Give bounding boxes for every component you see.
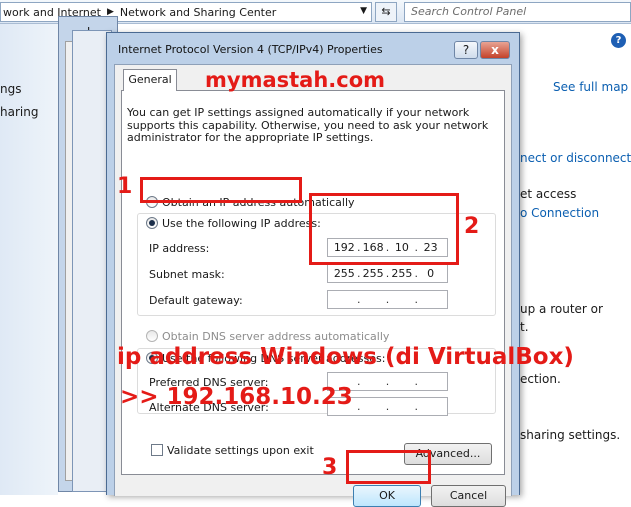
nav-item-settings[interactable]: ngs [0,82,21,96]
obtain-dns-auto-label[interactable]: Obtain DNS server address automatically [162,330,389,343]
breadcrumb[interactable]: work and Internet ▶ Network and Sharing … [0,2,372,22]
dialog-title: Internet Protocol Version 4 (TCP/IPv4) P… [118,43,383,56]
step-2-label: 2 [464,214,480,239]
use-following-ip-radio[interactable] [146,217,158,229]
tab-general[interactable]: General [123,69,177,91]
step-1-label: 1 [117,174,133,199]
caption-line-2: >> 192.168.10.23 [120,384,353,410]
help-icon[interactable]: ? [611,33,626,48]
connect-disconnect-link[interactable]: nect or disconnect [520,151,631,165]
connection-text: ection. [520,372,561,386]
search-input[interactable]: Search Control Panel [404,2,631,22]
validate-checkbox[interactable] [151,444,163,456]
dialog-titlebar[interactable]: Internet Protocol Version 4 (TCP/IPv4) P… [107,33,519,63]
watermark-text: mymastah.com [205,68,386,92]
sharing-settings-text: sharing settings. [520,428,621,442]
help-button[interactable]: ? [454,41,478,59]
subnet-mask-label: Subnet mask: [149,268,225,281]
access-text: et access [520,187,577,201]
default-gateway-label: Default gateway: [149,294,243,307]
dialog-client: General You can get IP settings assigned… [114,64,512,507]
refresh-icon[interactable]: ⇆ [375,2,397,22]
nav-item-sharing[interactable]: haring [0,105,38,119]
point-text: t. [520,320,529,334]
validate-label[interactable]: Validate settings upon exit [167,444,314,457]
see-full-map-link[interactable]: See full map [553,80,628,94]
ok-button[interactable]: OK [353,485,421,507]
connection-link[interactable]: o Connection [520,206,599,220]
default-gateway-input[interactable]: ... [327,290,448,309]
mask-octet-3[interactable]: 255 [390,267,414,280]
chevron-down-icon[interactable]: ▼ [360,6,367,16]
question-icon: ? [462,43,470,57]
mask-octet-1[interactable]: 255 [332,267,356,280]
mask-octet-4[interactable]: 0 [419,267,443,280]
navigation-pane: ngs haring [0,24,58,495]
close-icon: x [491,43,499,57]
highlight-box-use-following-ip [140,177,302,203]
caption-line-1: ip address Windows (di VirtualBox) [117,344,574,370]
description-text: You can get IP settings assigned automat… [127,106,489,144]
highlight-box-ok [346,450,431,484]
cancel-button[interactable]: Cancel [431,485,506,507]
subnet-mask-input[interactable]: 255. 255. 255. 0 [327,264,448,283]
highlight-box-ip-fields [309,193,459,265]
network-center-content: See full map nect or disconnect et acces… [520,24,631,495]
ip-address-label: IP address: [149,242,210,255]
breadcrumb-network-sharing-center[interactable]: Network and Sharing Center [120,6,276,19]
step-3-label: 3 [322,455,338,480]
mask-octet-2[interactable]: 255 [361,267,385,280]
obtain-dns-auto-radio[interactable] [146,330,158,342]
use-following-ip-label[interactable]: Use the following IP address: [162,217,321,230]
close-button[interactable]: x [480,41,510,59]
router-text: up a router or [520,302,603,316]
